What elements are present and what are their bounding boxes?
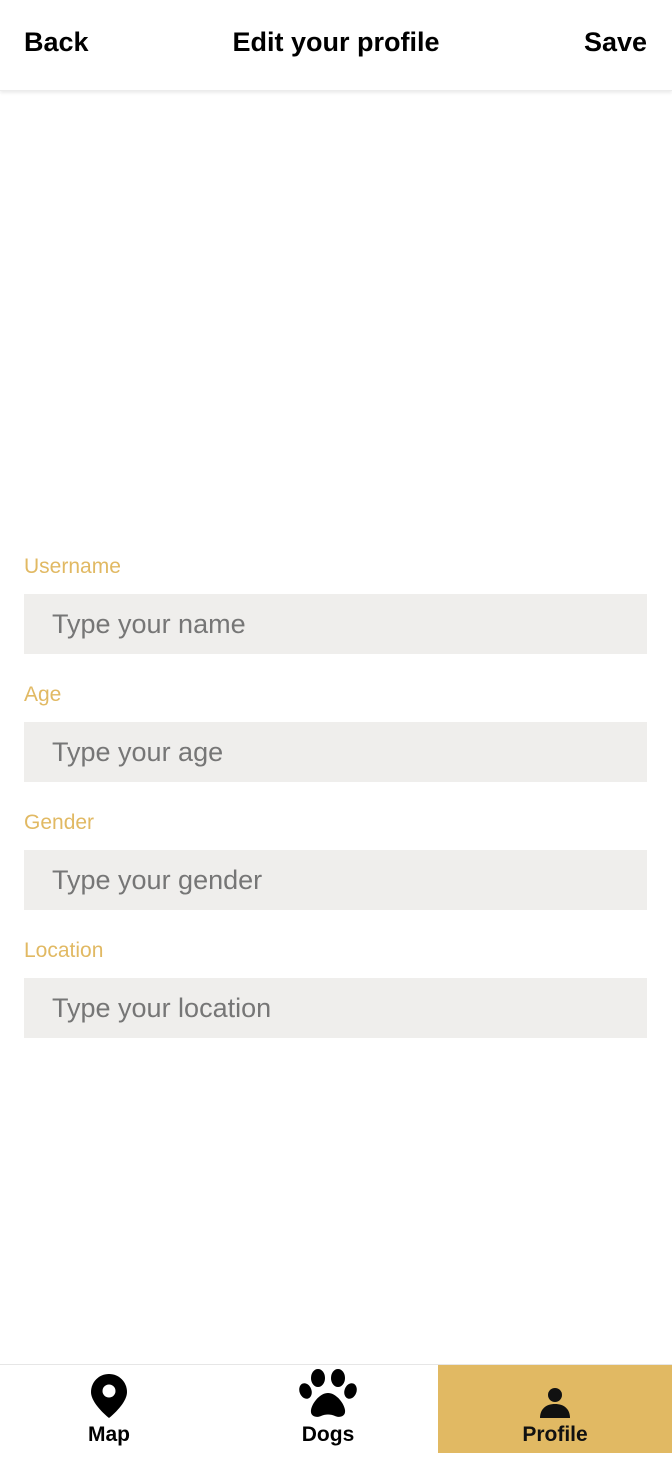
age-label: Age: [24, 683, 62, 706]
header-bar: Back Edit your profile Save: [0, 0, 672, 91]
profile-form: Username Age Gender Location: [24, 552, 647, 1064]
paw-icon: [299, 1365, 357, 1419]
tab-dogs[interactable]: Dogs: [218, 1365, 438, 1453]
person-icon: [539, 1365, 571, 1419]
location-input[interactable]: [24, 978, 647, 1038]
location-label: Location: [24, 939, 104, 962]
tab-profile[interactable]: Profile: [438, 1365, 672, 1453]
username-field-group: Username: [24, 552, 647, 654]
bottom-tab-bar: Map Dogs Profile: [0, 1364, 672, 1453]
page-title: Edit your profile: [232, 27, 440, 57]
age-field-group: Age: [24, 680, 647, 782]
save-button[interactable]: Save: [584, 27, 647, 57]
map-pin-icon: [90, 1365, 128, 1419]
username-label: Username: [24, 555, 121, 578]
age-input[interactable]: [24, 722, 647, 782]
username-input[interactable]: [24, 594, 647, 654]
gender-field-group: Gender: [24, 808, 647, 910]
gender-label: Gender: [24, 811, 95, 834]
tab-map-label: Map: [88, 1423, 130, 1446]
location-field-group: Location: [24, 936, 647, 1038]
gender-input[interactable]: [24, 850, 647, 910]
tab-profile-label: Profile: [522, 1423, 588, 1446]
tab-dogs-label: Dogs: [301, 1423, 355, 1446]
app-screen: Back Edit your profile Save Username Age…: [0, 0, 672, 1458]
tab-map[interactable]: Map: [0, 1365, 218, 1453]
